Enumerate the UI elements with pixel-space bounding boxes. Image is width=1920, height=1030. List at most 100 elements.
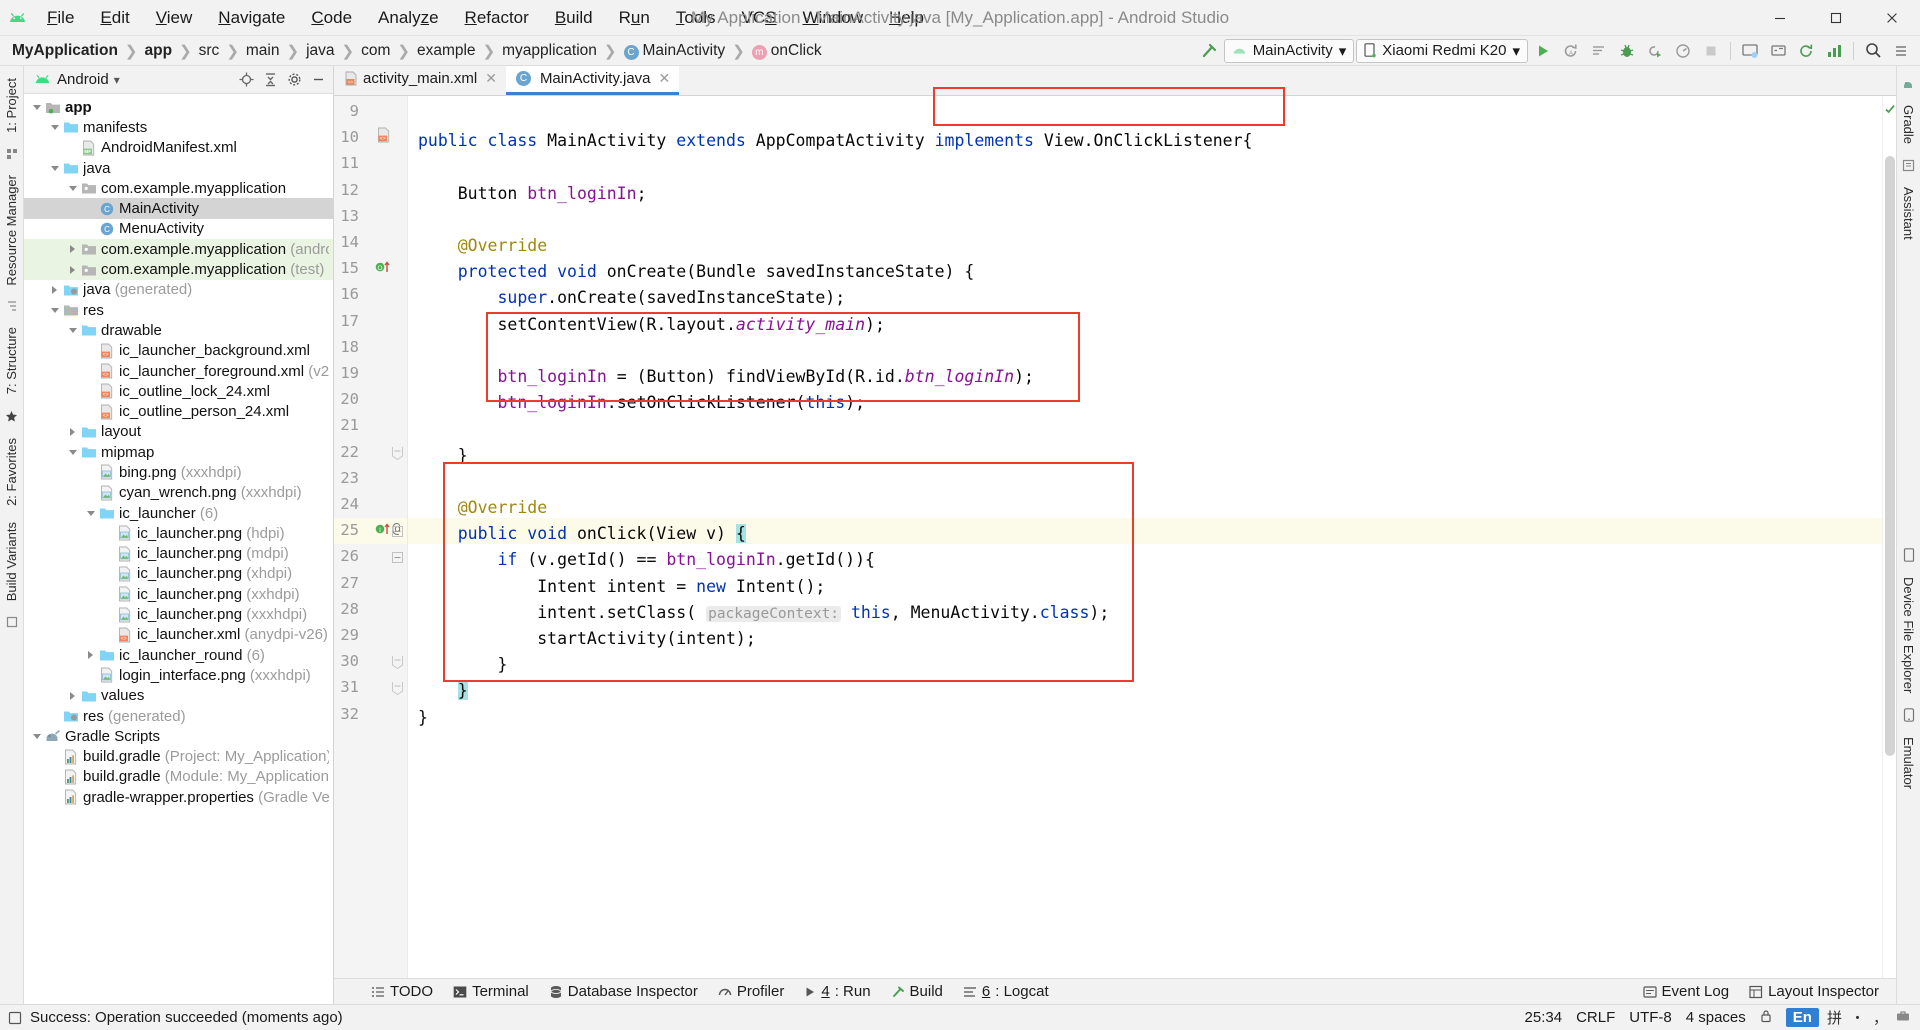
chevron-down-icon[interactable]: [84, 510, 97, 516]
chevron-down-icon[interactable]: [66, 327, 79, 333]
code-line[interactable]: btn_loginIn = (Button) findViewById(R.id…: [418, 364, 1033, 390]
tool-tab-build-variants[interactable]: Build Variants: [1, 514, 22, 609]
tool-button-terminal[interactable]: Terminal: [444, 980, 538, 1003]
tree-node-gradle-scripts[interactable]: Gradle Scripts: [24, 726, 333, 746]
editor-tab-activity-main-xml[interactable]: <> activity_main.xml ✕: [334, 65, 506, 95]
tree-node-menuactivity[interactable]: C MenuActivity: [24, 219, 333, 239]
vertical-scrollbar-thumb[interactable]: [1885, 156, 1895, 756]
ime-language-badge[interactable]: En: [1785, 1008, 1819, 1027]
chevron-right-icon[interactable]: [66, 265, 79, 274]
minimize-button[interactable]: [1752, 0, 1808, 35]
tool-tab-resource-manager[interactable]: Resource Manager: [1, 167, 22, 294]
tool-tab-favorites[interactable]: 2: Favorites: [1, 430, 22, 514]
device-selector[interactable]: Xiaomi Redmi K20 ▾: [1356, 38, 1528, 63]
ime-toolbox-icon[interactable]: [1896, 1009, 1910, 1026]
run-icon[interactable]: [1530, 39, 1556, 63]
code-line[interactable]: if (v.getId() == btn_loginIn.getId()){: [418, 547, 875, 573]
menu-vcs[interactable]: VCS: [729, 5, 790, 31]
breadcrumb-item-example[interactable]: example: [413, 40, 480, 62]
tool-tab-assistant[interactable]: Assistant: [1898, 179, 1919, 248]
chevron-down-icon[interactable]: [66, 185, 79, 191]
tree-node-ic-launcher-png[interactable]: ic_launcher.png (xxhdpi): [24, 584, 333, 604]
tool-button-build[interactable]: Build: [882, 980, 952, 1003]
tree-node-ic-launcher-background-xml[interactable]: <> ic_launcher_background.xml: [24, 341, 333, 361]
tree-node-ic-launcher-png[interactable]: ic_launcher.png (xxxhdpi): [24, 604, 333, 624]
code-text-area[interactable]: public class MainActivity extends AppCom…: [408, 96, 1882, 978]
tool-tab-emulator[interactable]: Emulator: [1898, 729, 1919, 797]
search-icon[interactable]: [1860, 39, 1886, 63]
tree-node-cyan-wrench-png[interactable]: cyan_wrench.png (xxxhdpi): [24, 483, 333, 503]
gutter-xml-relation-icon[interactable]: <>: [376, 127, 392, 148]
close-icon[interactable]: ✕: [485, 70, 497, 87]
menu-view[interactable]: View: [143, 5, 206, 31]
chevron-down-icon[interactable]: [48, 165, 61, 171]
breadcrumb-item-com[interactable]: com: [357, 40, 394, 62]
run-configuration-selector[interactable]: MainActivity ▾: [1223, 38, 1355, 63]
chevron-down-icon[interactable]: [48, 124, 61, 130]
tree-node-ic-launcher-png[interactable]: ic_launcher.png (mdpi): [24, 544, 333, 564]
tree-node-com-example-myapplication[interactable]: com.example.myapplication (androidTe: [24, 239, 333, 260]
sync-gradle-icon[interactable]: [1793, 39, 1819, 63]
debug-icon[interactable]: [1614, 39, 1640, 63]
expand-toolbar-icon[interactable]: [1888, 39, 1914, 63]
tree-node-res[interactable]: res (generated): [24, 706, 333, 726]
tool-button-layout-inspector[interactable]: Layout Inspector: [1740, 980, 1888, 1003]
menu-window[interactable]: Window: [790, 5, 876, 31]
code-line[interactable]: intent.setClass( packageContext: this, M…: [418, 600, 1109, 627]
tree-node-androidmanifest-xml[interactable]: MF AndroidManifest.xml: [24, 138, 333, 158]
sdk-manager-icon[interactable]: [1765, 39, 1791, 63]
tree-node-com-example-myapplication[interactable]: com.example.myapplication (test): [24, 259, 333, 280]
chevron-right-icon[interactable]: [84, 651, 97, 660]
editor-gutter[interactable]: 9 10 <> 11 12 13 14 15 O 16 17 18 19 20 21 22 23 24 25 I @26…: [334, 96, 408, 978]
fold-collapse-icon[interactable]: [392, 552, 403, 564]
tree-node-manifests[interactable]: manifests: [24, 117, 333, 137]
code-line[interactable]: Intent intent = new Intent();: [418, 574, 825, 600]
tree-node-ic-launcher-round[interactable]: ic_launcher_round (6): [24, 645, 333, 665]
editor-tab-mainactivity-java[interactable]: C MainActivity.java ✕: [505, 65, 680, 95]
tree-node-java[interactable]: java (generated): [24, 280, 333, 300]
breadcrumb-item-myapplication[interactable]: myapplication: [498, 40, 601, 62]
tool-tab-device-file-explorer[interactable]: Device File Explorer: [1898, 569, 1919, 701]
menu-edit[interactable]: Edit: [87, 5, 142, 31]
chevron-right-icon[interactable]: [66, 245, 79, 254]
tree-node-login-interface-png[interactable]: login_interface.png (xxxhdpi): [24, 665, 333, 685]
tree-node-res[interactable]: res: [24, 300, 333, 320]
line-separator[interactable]: CRLF: [1576, 1009, 1615, 1026]
code-editor[interactable]: 9 10 <> 11 12 13 14 15 O 16 17 18 19 20 21 22 23 24 25 I @26…: [334, 87, 1896, 978]
tree-node-ic-launcher-png[interactable]: ic_launcher.png (xhdpi): [24, 564, 333, 584]
hide-panel-icon[interactable]: [307, 69, 329, 91]
menu-build[interactable]: Build: [542, 5, 606, 31]
attach-debugger-icon[interactable]: [1642, 39, 1668, 63]
caret-position[interactable]: 25:34: [1525, 1009, 1563, 1026]
code-line[interactable]: super.onCreate(savedInstanceState);: [418, 285, 845, 311]
breadcrumb-item-mainactivity[interactable]: C MainActivity: [620, 40, 730, 62]
tree-node-layout[interactable]: layout: [24, 422, 333, 442]
tool-button-event-log[interactable]: Event Log: [1634, 980, 1739, 1003]
tree-node-ic-launcher-png[interactable]: ic_launcher.png (hdpi): [24, 523, 333, 543]
tool-button-run[interactable]: 4: Run: [795, 980, 879, 1003]
chevron-down-icon[interactable]: [30, 104, 43, 110]
breadcrumb-item-src[interactable]: src: [195, 40, 224, 62]
gutter-overriding-method-icon[interactable]: O: [375, 260, 395, 279]
tree-node-ic-launcher-xml[interactable]: <> ic_launcher.xml (anydpi-v26): [24, 625, 333, 645]
tool-tab-gradle[interactable]: Gradle: [1898, 97, 1919, 152]
settings-gear-icon[interactable]: [283, 69, 305, 91]
code-line[interactable]: @Override: [418, 233, 547, 259]
indent-setting[interactable]: 4 spaces: [1686, 1009, 1746, 1026]
code-line[interactable]: protected void onCreate(Bundle savedInst…: [418, 259, 975, 285]
fold-end-icon[interactable]: [392, 682, 403, 696]
fold-end-icon[interactable]: [392, 446, 403, 460]
tree-node-drawable[interactable]: drawable: [24, 320, 333, 340]
menu-code[interactable]: Code: [298, 5, 365, 31]
menu-analyze[interactable]: Analyze: [365, 5, 452, 31]
maximize-button[interactable]: [1808, 0, 1864, 35]
chevron-down-icon[interactable]: [48, 307, 61, 313]
breadcrumb-item-main[interactable]: main: [242, 40, 284, 62]
ime-halfwidth-icon[interactable]: ・: [1850, 1007, 1865, 1028]
locate-file-icon[interactable]: [235, 69, 257, 91]
menu-tools[interactable]: Tools: [663, 5, 729, 31]
chevron-down-icon[interactable]: ▾: [114, 73, 120, 87]
fold-end-icon[interactable]: [392, 656, 403, 670]
tree-node-ic-launcher-foreground-xml[interactable]: <> ic_launcher_foreground.xml (v24): [24, 361, 333, 381]
code-line[interactable]: startActivity(intent);: [418, 626, 756, 652]
